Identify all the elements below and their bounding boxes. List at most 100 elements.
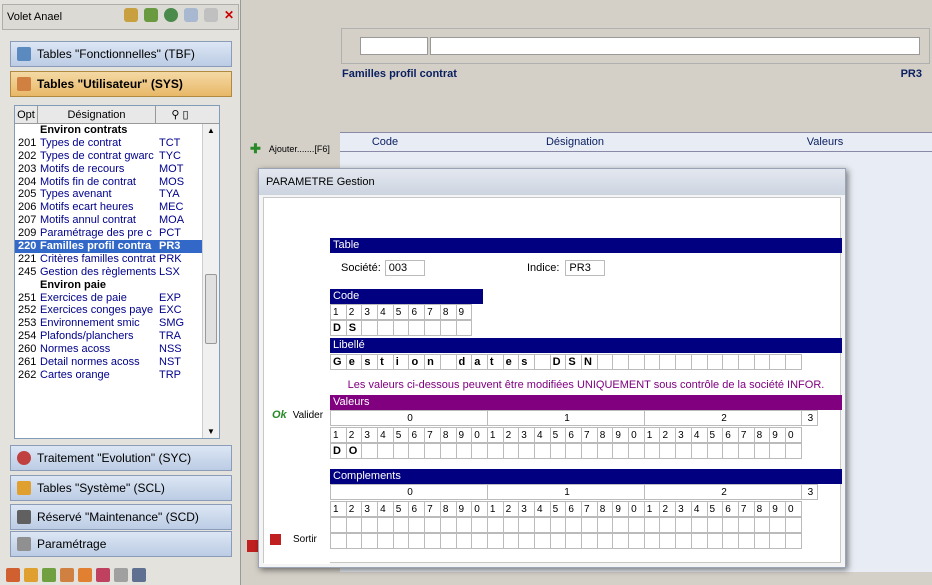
search-tool-icon[interactable] <box>123 8 138 22</box>
grid-cell[interactable] <box>502 517 520 533</box>
grid-cell[interactable] <box>377 320 394 336</box>
grid-cell[interactable]: e <box>345 354 363 370</box>
grid-cell[interactable] <box>377 443 394 459</box>
top-field-code[interactable] <box>360 37 428 55</box>
grid-cell[interactable] <box>753 517 771 533</box>
grid-cell[interactable] <box>330 517 347 533</box>
grid-cell[interactable] <box>361 320 379 336</box>
grid-cell[interactable] <box>392 517 410 533</box>
grid-cell[interactable] <box>769 354 786 370</box>
globe-icon[interactable] <box>163 8 178 22</box>
grid-cell[interactable] <box>424 533 441 549</box>
table-row[interactable]: 251 Exercices de paie EXP <box>15 292 219 305</box>
grid-cell[interactable]: s <box>361 354 379 370</box>
table-row[interactable]: Environ paie <box>15 279 219 292</box>
grid-cell[interactable] <box>533 517 551 533</box>
top-field-designation[interactable] <box>430 37 920 55</box>
col-tools[interactable]: ⚲ ▯ <box>156 106 204 123</box>
tables-list[interactable]: Opt Désignation ⚲ ▯ Environ contrats 201 T… <box>14 105 220 439</box>
col-designation[interactable]: Désignation <box>38 106 156 123</box>
section-scl[interactable]: Tables "Système" (SCL) <box>10 475 232 501</box>
grid-cell[interactable] <box>643 354 661 370</box>
grid-cell[interactable] <box>722 354 739 370</box>
grid-cell[interactable] <box>628 517 645 533</box>
section-parametrage[interactable]: Paramétrage <box>10 531 232 557</box>
table-row[interactable]: 202 Types de contrat gwarc TYC <box>15 150 219 163</box>
grid-cell[interactable] <box>565 533 582 549</box>
calendar-icon[interactable] <box>183 8 198 22</box>
grid-cell[interactable] <box>455 533 473 549</box>
grid-cell[interactable] <box>659 533 677 549</box>
grid-cell[interactable] <box>769 443 786 459</box>
grid-cell[interactable] <box>581 443 598 459</box>
scrollbar[interactable]: ▲ ▼ <box>202 124 219 438</box>
tool-icon[interactable] <box>6 568 20 582</box>
grid-cell[interactable] <box>675 533 692 549</box>
valeurs-field[interactable]: DO <box>330 443 802 459</box>
table-row[interactable]: 262 Cartes orange TRP <box>15 369 219 382</box>
table-row[interactable]: 254 Plafonds/planchers TRA <box>15 330 219 343</box>
indice-field[interactable]: PR3 <box>565 260 606 276</box>
grid-cell[interactable] <box>330 533 347 549</box>
table-row[interactable]: 209 Paramétrage des pre c PCT <box>15 227 219 240</box>
table-row[interactable]: 201 Types de contrat TCT <box>15 137 219 150</box>
grid-cell[interactable] <box>502 443 520 459</box>
grid-cell[interactable] <box>769 533 786 549</box>
complements-field[interactable] <box>330 533 802 549</box>
grid-cell[interactable]: t <box>486 354 504 370</box>
grid-cell[interactable] <box>345 533 363 549</box>
search-icon[interactable]: ⚲ <box>171 108 179 121</box>
grid-cell[interactable] <box>675 354 692 370</box>
tool-icon[interactable] <box>78 568 92 582</box>
tool-icon[interactable] <box>96 568 110 582</box>
grid-cell[interactable] <box>706 443 724 459</box>
grid-cell[interactable] <box>659 517 677 533</box>
grid-cell[interactable] <box>659 443 677 459</box>
grid-cell[interactable] <box>533 533 551 549</box>
grid-cell[interactable] <box>737 443 755 459</box>
table-row[interactable]: 203 Motifs de recours MOT <box>15 163 219 176</box>
grid-cell[interactable]: S <box>565 354 582 370</box>
grid-cell[interactable] <box>408 443 426 459</box>
grid-cell[interactable] <box>753 533 771 549</box>
grid-cell[interactable] <box>565 443 582 459</box>
col-code[interactable]: Code <box>340 136 430 148</box>
grid-cell[interactable] <box>737 354 755 370</box>
grid-cell[interactable] <box>722 517 739 533</box>
grid-cell[interactable]: e <box>502 354 520 370</box>
grid-cell[interactable] <box>392 533 410 549</box>
grid-cell[interactable] <box>549 533 567 549</box>
grid-cell[interactable] <box>486 517 504 533</box>
table-row[interactable]: 206 Motifs ecart heures MEC <box>15 201 219 214</box>
tool-icon[interactable] <box>60 568 74 582</box>
page-icon[interactable]: ▯ <box>183 108 189 121</box>
grid-cell[interactable] <box>690 354 708 370</box>
grid-cell[interactable] <box>361 517 379 533</box>
grid-cell[interactable] <box>439 320 457 336</box>
col-opt[interactable]: Opt <box>15 106 38 123</box>
grid-cell[interactable] <box>722 443 739 459</box>
grid-cell[interactable] <box>549 443 567 459</box>
grid-cell[interactable] <box>690 533 708 549</box>
grid-cell[interactable]: S <box>345 320 363 336</box>
scroll-up-icon[interactable]: ▲ <box>207 126 215 135</box>
grid-cell[interactable] <box>706 354 724 370</box>
section-scd[interactable]: Réservé "Maintenance" (SCD) <box>10 504 232 530</box>
grid-cell[interactable] <box>361 443 379 459</box>
grid-cell[interactable] <box>737 517 755 533</box>
grid-cell[interactable] <box>377 533 394 549</box>
section-syc[interactable]: Traitement "Evolution" (SYC) <box>10 445 232 471</box>
grid-cell[interactable] <box>471 533 488 549</box>
grid-cell[interactable] <box>471 517 488 533</box>
tool-icon[interactable] <box>42 568 56 582</box>
grid-cell[interactable] <box>628 533 645 549</box>
grid-cell[interactable] <box>675 443 692 459</box>
grid-cell[interactable] <box>675 517 692 533</box>
grid-cell[interactable] <box>596 533 614 549</box>
grid-cell[interactable] <box>455 517 473 533</box>
libelle-field[interactable]: GestiondatesDSN <box>330 354 802 370</box>
grid-cell[interactable] <box>408 320 426 336</box>
societe-field[interactable]: 003 <box>384 260 425 276</box>
sortir-button[interactable]: Sortir <box>270 534 317 545</box>
grid-cell[interactable] <box>565 517 582 533</box>
